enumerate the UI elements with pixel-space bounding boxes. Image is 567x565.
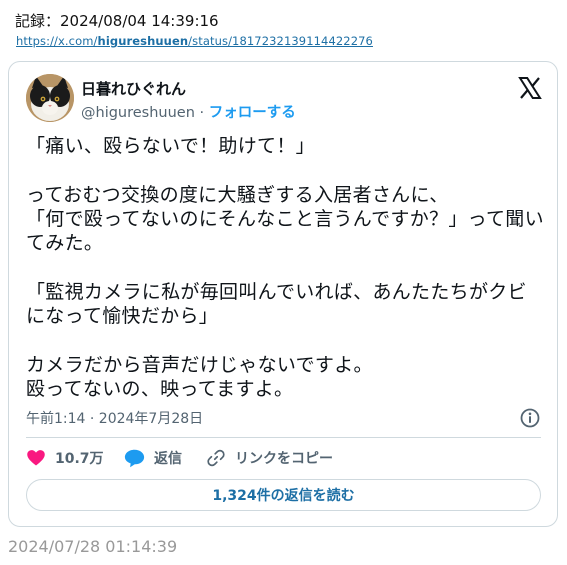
footer-date: 2024/07/28 01:14:39 — [8, 537, 178, 556]
copy-link-label: リンクをコピー — [235, 451, 333, 467]
handle-row: @higureshuuen · フォローする — [81, 101, 296, 122]
handle-separator: · — [194, 105, 209, 121]
reply-bubble-icon — [124, 449, 145, 468]
source-link[interactable]: https://x.com/higureshuuen/status/181723… — [16, 34, 373, 48]
copy-link-button[interactable]: リンクをコピー — [206, 447, 333, 469]
avatar[interactable] — [26, 74, 74, 122]
divider — [26, 437, 541, 438]
reply-button[interactable]: 返信 — [124, 447, 182, 469]
read-replies-button[interactable]: 1,324件の返信を読む — [26, 479, 541, 511]
record-label: 記録：2024/08/04 14:39:16 — [15, 12, 219, 30]
tweet-body: 「痛い、殴らないで！助けて！」 っておむつ交換の度に大騒ぎする入居者さんに、 「… — [26, 135, 544, 400]
follow-button[interactable]: フォローする — [209, 105, 296, 121]
reply-label: 返信 — [154, 451, 182, 467]
like-count: 10.7万 — [55, 451, 104, 467]
x-logo-icon[interactable] — [518, 76, 542, 100]
heart-icon — [27, 450, 45, 466]
link-icon — [207, 449, 225, 467]
display-name[interactable]: 日暮れひぐれん — [81, 78, 186, 99]
source-link-prefix: https://x.com/ — [16, 34, 98, 48]
avatar-image — [26, 74, 74, 122]
source-link-handle: higureshuuen — [97, 34, 189, 48]
user-handle[interactable]: @higureshuuen — [81, 105, 195, 121]
source-link-suffix: /status/1817232139114422276 — [188, 34, 373, 48]
info-icon[interactable] — [519, 407, 541, 429]
tweet-card: 日暮れひぐれん @higureshuuen · フォローする 「痛い、殴らないで… — [8, 61, 558, 527]
like-button[interactable]: 10.7万 — [26, 447, 104, 469]
tweet-timestamp[interactable]: 午前1:14 · 2024年7月28日 — [26, 408, 203, 428]
